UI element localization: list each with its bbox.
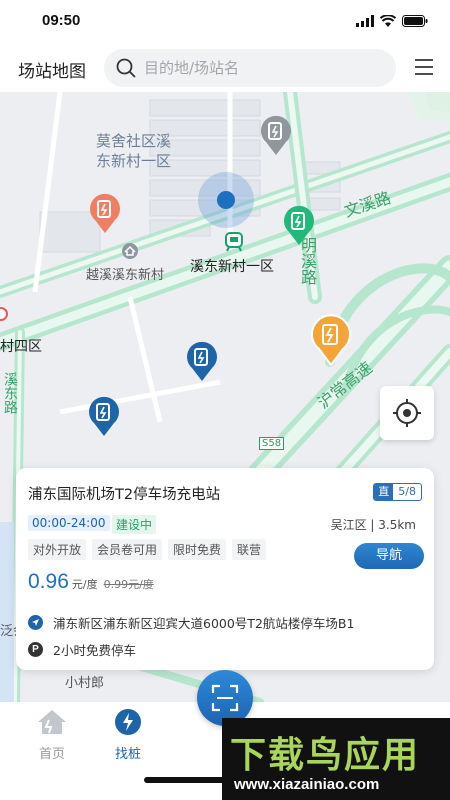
address-row: 浦东新区浦东新区迎宾大道6000号T2航站楼停车场B1 — [28, 613, 354, 632]
map-label-road-sign: S58 — [259, 437, 285, 450]
tag: 联营 — [232, 539, 267, 560]
charger-counter: 直 5/8 — [373, 483, 422, 501]
poi-community-icon — [121, 242, 139, 264]
map-label-area-cun4: 村四区 — [0, 339, 42, 355]
station-card[interactable]: 浦东国际机场T2停车场充电站 直 5/8 00:00-24:00 建设中 吴江区… — [16, 468, 434, 670]
parking-icon: P — [28, 642, 43, 657]
tab-home[interactable]: 首页 — [22, 708, 82, 762]
status-bar: 09:50 — [0, 0, 450, 44]
original-price: 0.99元/度 — [103, 578, 154, 591]
status-time: 09:50 — [42, 12, 81, 29]
locate-button[interactable] — [380, 386, 434, 440]
page-title: 场站地图 — [18, 62, 86, 82]
tab-home-label: 首页 — [38, 747, 65, 762]
battery-icon — [402, 15, 428, 27]
search-input[interactable] — [144, 59, 374, 77]
signal-icon — [356, 15, 374, 27]
map-label-area1-line2: 东新村一区 — [96, 152, 172, 170]
watermark-logo: 下载鸟应用 www.xiazainiao.com — [222, 718, 450, 800]
map-label-area1-line1: 莫舍社区溪 — [96, 132, 172, 150]
watermark-url: www.xiazainiao.com — [234, 776, 380, 793]
station-address: 浦东新区浦东新区迎宾大道6000号T2航站楼停车场B1 — [53, 616, 355, 631]
header: 场站地图 — [0, 44, 450, 92]
metro-station-icon — [225, 232, 243, 256]
tag: 会员卷可用 — [92, 539, 163, 560]
navigate-button[interactable]: 导航 — [354, 543, 424, 569]
price-block: 0.96 元/度 0.99元/度 — [28, 570, 154, 594]
scan-icon — [211, 684, 239, 712]
price-unit: 元/度 — [71, 578, 98, 591]
opening-hours: 00:00-24:00 — [28, 515, 110, 531]
station-pin-blue-2[interactable] — [87, 395, 121, 441]
tab-find-charger[interactable]: 找桩 — [98, 708, 158, 762]
feature-tags: 对外开放 会员卷可用 限时免费 联营 — [28, 539, 267, 560]
map-label-poi-yuexi: 越溪溪东新村 — [86, 268, 165, 283]
crosshair-icon — [393, 399, 421, 427]
station-pin-green[interactable] — [282, 204, 316, 250]
menu-icon[interactable] — [414, 58, 434, 76]
wifi-icon — [380, 15, 396, 27]
charger-availability: 5/8 — [398, 485, 416, 498]
home-icon — [38, 710, 66, 734]
search-icon — [116, 58, 136, 78]
station-pin-orange[interactable] — [88, 192, 122, 238]
price-value: 0.96 — [28, 570, 69, 593]
station-pin-selected[interactable] — [310, 314, 352, 370]
charging-bolt-icon — [115, 709, 141, 735]
parking-info: 2小时免费停车 — [53, 643, 136, 658]
status-icons — [356, 15, 428, 27]
search-box[interactable] — [104, 49, 396, 87]
map-label-village: 小村郎 — [65, 676, 105, 691]
tag: 限时免费 — [168, 539, 227, 560]
tab-find-charger-label: 找桩 — [114, 747, 141, 762]
station-pin-blue-1[interactable] — [185, 340, 219, 386]
map-label-poi-xidong: 溪东新村一区 — [190, 259, 274, 275]
station-pin-grey[interactable] — [259, 114, 293, 160]
station-name: 浦东国际机场T2停车场充电站 — [28, 487, 221, 503]
charger-type-badge: 直 — [374, 484, 394, 500]
parking-row: P 2小时免费停车 — [28, 640, 136, 659]
user-location-marker — [197, 171, 255, 233]
status-badge: 建设中 — [112, 515, 157, 534]
poi-red-marker — [0, 306, 8, 325]
watermark-title: 下载鸟应用 — [230, 735, 421, 776]
map-label-road-side: 溪东路 — [2, 372, 18, 414]
location-arrow-icon — [28, 615, 43, 630]
district-distance: 吴江区 | 3.5km — [330, 518, 416, 532]
tag: 对外开放 — [28, 539, 87, 560]
